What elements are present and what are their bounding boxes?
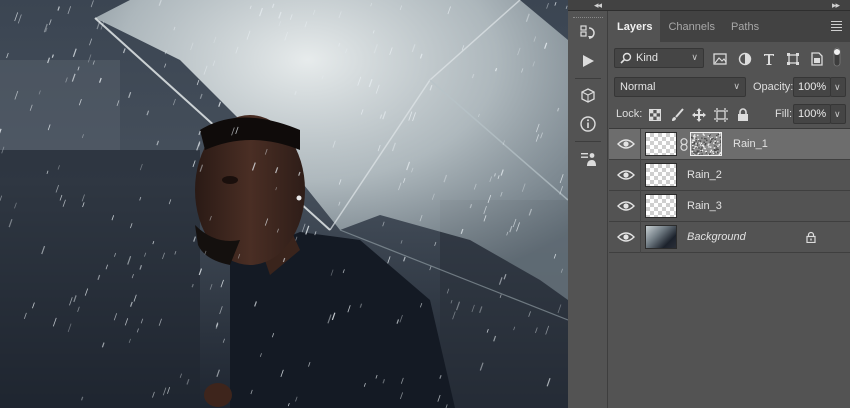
3d-cube-icon <box>581 88 595 103</box>
layer-mask-thumbnail[interactable] <box>690 132 722 156</box>
lock-all-icon[interactable] <box>734 106 752 124</box>
layer-thumbnail[interactable] <box>645 132 677 156</box>
lock-fill-row: Lock: Fill: 100% ∨ <box>609 104 850 126</box>
document-canvas[interactable] <box>0 0 568 408</box>
chevron-down-icon: ∨ <box>733 81 740 91</box>
play-actions-icon <box>583 55 594 67</box>
info-button[interactable] <box>568 110 608 138</box>
layer-thumbnail[interactable] <box>645 163 677 187</box>
panel-tab-bar: Layers Channels Paths <box>609 11 850 42</box>
blend-mode-dropdown[interactable]: Normal ∨ <box>614 77 746 97</box>
layer-divider <box>640 191 641 222</box>
smart-object-filter-icon[interactable] <box>808 50 826 68</box>
filter-kind-dropdown[interactable]: Kind ∨ <box>614 48 704 68</box>
properties-icon <box>581 153 596 166</box>
actions-button[interactable] <box>568 47 608 75</box>
eye-icon[interactable] <box>617 230 635 244</box>
fill-dropdown-button[interactable]: ∨ <box>830 104 846 124</box>
toolbar-separator <box>574 78 601 79</box>
layer-divider <box>640 129 641 160</box>
lock-paint-icon[interactable] <box>668 106 686 124</box>
tab-paths[interactable]: Paths <box>723 11 767 42</box>
panel-dock-toolbar <box>568 11 608 408</box>
3d-button[interactable] <box>568 82 608 110</box>
fill-input[interactable]: 100% <box>793 104 831 124</box>
chevron-down-icon: ∨ <box>834 108 841 119</box>
history-button[interactable] <box>568 19 608 47</box>
blend-opacity-row: Normal ∨ Opacity: 100% ∨ <box>609 77 850 99</box>
fill-label: Fill: <box>775 108 793 120</box>
tab-layers[interactable]: Layers <box>609 11 661 42</box>
layer-name[interactable]: Rain_1 <box>733 138 768 150</box>
eye-icon[interactable] <box>617 137 635 151</box>
lock-icon[interactable] <box>805 231 817 243</box>
layer-divider <box>640 222 641 253</box>
eye-icon[interactable] <box>617 199 635 213</box>
rain-overlay <box>0 0 568 408</box>
filter-toggle-icon[interactable] <box>831 47 843 67</box>
chevron-down-icon: ∨ <box>691 52 698 62</box>
layers-panel: Layers Channels Paths Kind ∨ Normal ∨ Op… <box>609 11 850 408</box>
properties-button[interactable] <box>568 145 608 173</box>
adjustment-filter-icon[interactable] <box>736 50 754 68</box>
layer-divider <box>640 160 641 191</box>
layer-thumbnail[interactable] <box>645 194 677 218</box>
chevron-down-icon: ∨ <box>834 81 841 92</box>
layer-row-rain-1[interactable]: Rain_1 <box>609 129 850 160</box>
layer-name[interactable]: Rain_2 <box>687 169 722 181</box>
panel-header-strip: ◂◂ ▸▸ <box>568 0 850 11</box>
layer-list: Rain_1 Rain_2 Rain_3 Background <box>609 128 850 253</box>
type-filter-icon[interactable] <box>760 50 778 68</box>
layer-row-background[interactable]: Background <box>609 222 850 253</box>
tab-channels[interactable]: Channels <box>660 11 722 42</box>
lock-label: Lock: <box>616 108 643 120</box>
info-icon <box>580 116 596 132</box>
eye-icon[interactable] <box>617 168 635 182</box>
background-thumbnail[interactable] <box>645 225 677 249</box>
opacity-label: Opacity: <box>753 81 794 93</box>
history-icon <box>580 25 595 39</box>
filter-kind-value: Kind <box>636 52 659 64</box>
toolbar-separator <box>574 141 601 142</box>
opacity-dropdown-button[interactable]: ∨ <box>830 77 846 97</box>
search-icon <box>620 52 632 64</box>
layer-name[interactable]: Rain_3 <box>687 200 722 212</box>
layer-row-rain-3[interactable]: Rain_3 <box>609 191 850 222</box>
blend-mode-value: Normal <box>620 81 656 93</box>
collapse-right-icon[interactable]: ▸▸ <box>832 0 840 11</box>
lock-transparent-icon[interactable] <box>646 106 664 124</box>
lock-artboard-icon[interactable] <box>712 106 730 124</box>
layer-name[interactable]: Background <box>687 231 746 243</box>
lock-position-icon[interactable] <box>690 106 708 124</box>
collapse-left-icon[interactable]: ◂◂ <box>594 0 602 11</box>
chain-link-icon[interactable] <box>680 138 688 151</box>
panel-menu-icon[interactable] <box>831 21 842 33</box>
shape-filter-icon[interactable] <box>784 50 802 68</box>
noise-texture-icon <box>691 133 721 155</box>
layer-row-rain-2[interactable]: Rain_2 <box>609 160 850 191</box>
opacity-input[interactable]: 100% <box>793 77 831 97</box>
image-filter-icon[interactable] <box>711 50 729 68</box>
filter-row: Kind ∨ <box>609 47 850 70</box>
